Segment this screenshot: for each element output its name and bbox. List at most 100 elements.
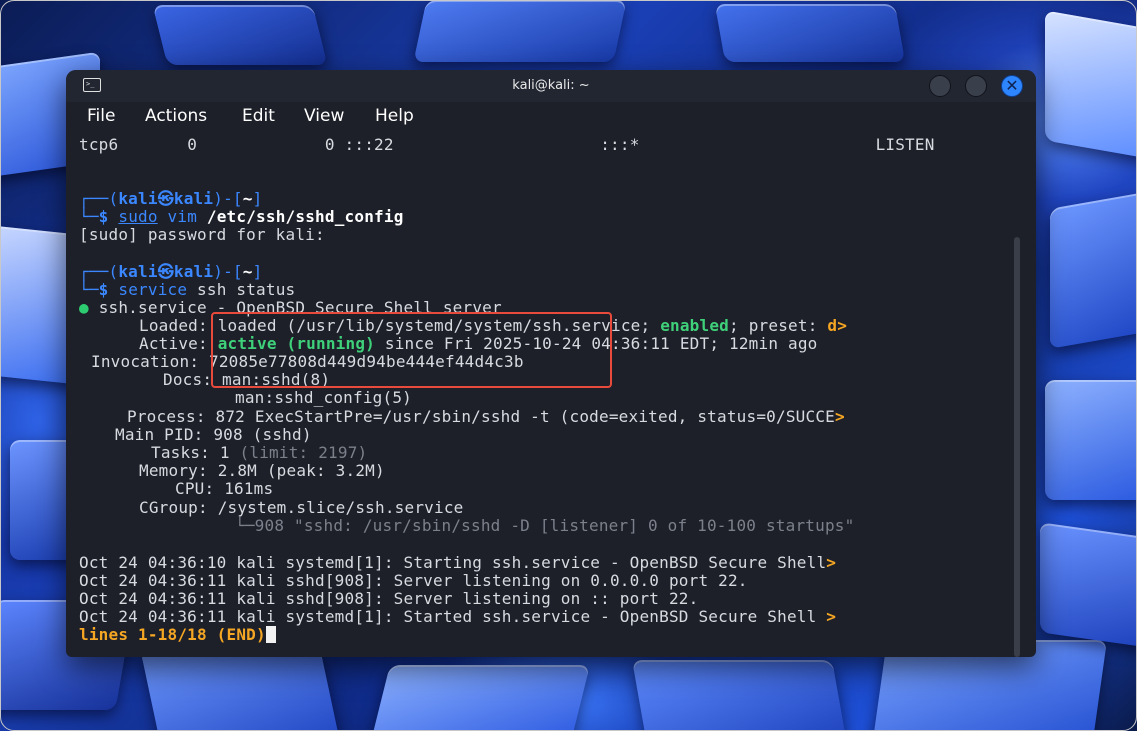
menu-help[interactable]: Help <box>375 106 414 126</box>
wallpaper-cube <box>1050 191 1137 349</box>
truncate-marker: > <box>834 407 845 426</box>
truncate-marker: > <box>826 553 837 572</box>
wallpaper-cube <box>1045 10 1137 160</box>
cgroup-row: CGroup: /system.slice/ssh.service <box>139 499 464 517</box>
window-title: kali@kali: ~ <box>512 78 590 93</box>
terminal-window[interactable]: >_ kali@kali: ~ ✕ File Actions Edit View… <box>66 70 1036 657</box>
cpu-row: CPU: 161ms <box>175 480 273 498</box>
wallpaper-cube <box>413 0 627 62</box>
wallpaper-cube <box>370 665 590 731</box>
memory-row: Memory: 2.8M (peak: 3.2M) <box>139 462 385 480</box>
minimize-button[interactable] <box>929 75 951 97</box>
prompt-user: kali <box>118 262 158 281</box>
menu-edit[interactable]: Edit <box>242 106 275 126</box>
log-text: Oct 24 04:36:11 kali sshd[908]: Server l… <box>79 571 748 590</box>
netstat-foreign: :::* <box>600 135 640 154</box>
netstat-state: LISTEN <box>875 135 935 154</box>
invocation-id: 72085e77808d449d94be444ef44d4c3b <box>209 352 524 371</box>
pager-status-line[interactable]: lines 1-18/18 (END) <box>79 626 276 644</box>
tasks-limit: (limit: 2197) <box>239 443 368 462</box>
menu-actions[interactable]: Actions <box>145 106 207 126</box>
invocation-label: Invocation: <box>91 352 200 371</box>
loaded-row: Loaded: loaded (/usr/lib/systemd/system/… <box>139 317 847 335</box>
maximize-button[interactable] <box>965 75 987 97</box>
docs-value-1: man:sshd(8) <box>222 370 331 389</box>
scrollbar[interactable] <box>1014 237 1020 657</box>
process-value: 872 ExecStartPre=/usr/sbin/sshd -t (code… <box>215 407 835 426</box>
mainpid-label: Main PID: <box>115 425 204 444</box>
docs-value-2: man:sshd_config(5) <box>235 388 412 407</box>
active-label: Active: <box>139 334 208 353</box>
wallpaper-cube <box>714 4 906 62</box>
prompt-user: kali <box>118 189 158 208</box>
prompt-host: kali <box>173 262 214 281</box>
log-text: Oct 24 04:36:11 kali systemd[1]: Started… <box>79 607 827 626</box>
cmd-service: service <box>118 280 188 299</box>
loaded-label: Loaded: <box>139 316 208 335</box>
log-line: Oct 24 04:36:11 kali sshd[908]: Server l… <box>79 590 698 608</box>
truncate-marker: d> <box>827 316 848 335</box>
close-button[interactable]: ✕ <box>1001 75 1023 97</box>
pager-status: lines 1-18/18 (END) <box>79 625 266 644</box>
loaded-pre: loaded (/usr/lib/systemd/system/ssh.serv… <box>217 316 651 335</box>
netstat-recv: 0 <box>187 135 198 154</box>
tasks-label: Tasks: <box>151 443 210 462</box>
netstat-send: 0 <box>324 135 335 154</box>
tasks-row: Tasks: 1 (limit: 2197) <box>151 444 367 462</box>
process-label: Process: <box>127 407 206 426</box>
invocation-row: Invocation: 72085e77808d449d94be444ef44d… <box>91 353 524 371</box>
netstat-local: :::22 <box>344 135 394 154</box>
menu-view[interactable]: View <box>304 106 344 126</box>
wallpaper-cube <box>1040 522 1137 648</box>
status-dot-icon: ● <box>79 298 89 317</box>
cmd-sudo: sudo <box>118 207 158 226</box>
prompt-command-line: └─$ sudo vim /etc/ssh/sshd_config <box>79 207 404 226</box>
wallpaper-cube <box>632 660 848 731</box>
cgroup-label: CGroup: <box>139 498 208 517</box>
loaded-post: ; preset: <box>729 316 828 335</box>
memory-value: 2.8M (peak: 3.2M) <box>217 461 385 480</box>
cgroup-child: └─908 "sshd: /usr/sbin/sshd -D [listener… <box>235 516 855 535</box>
terminal-output[interactable]: tcp6 0 0 :::22 :::* LISTEN ┌──(kali㉿kali… <box>66 132 1010 657</box>
cgroup-value: /system.slice/ssh.service <box>217 498 464 517</box>
close-icon: ✕ <box>1005 76 1019 95</box>
netstat-proto: tcp6 <box>79 135 119 154</box>
enabled-badge: enabled <box>660 316 730 335</box>
memory-label: Memory: <box>139 461 208 480</box>
kali-at-icon: ㉿ <box>157 189 174 208</box>
unit-line: ● ssh.service - OpenBSD Secure Shell ser… <box>79 299 502 317</box>
prompt-dir: ~ <box>242 189 253 208</box>
cmd-path: /etc/ssh/sshd_config <box>206 207 404 226</box>
wallpaper-cube <box>152 5 328 65</box>
cpu-label: CPU: <box>175 479 215 498</box>
log-line: Oct 24 04:36:11 kali sshd[908]: Server l… <box>79 572 748 590</box>
menu-file[interactable]: File <box>87 106 115 126</box>
mainpid-value: 908 (sshd) <box>213 425 312 444</box>
prompt-dir: ~ <box>242 262 253 281</box>
log-text: Oct 24 04:36:11 kali sshd[908]: Server l… <box>79 589 699 608</box>
docs-row: Docs: man:sshd(8) <box>163 371 330 389</box>
unit-title: ssh.service - OpenBSD Secure Shell serve… <box>98 298 502 317</box>
prompt-host: kali <box>173 189 214 208</box>
docs-label: Docs: <box>163 370 213 389</box>
cmd-vim: vim <box>167 207 198 226</box>
wallpaper-cube <box>140 650 340 731</box>
tasks-value: 1 <box>219 443 230 462</box>
mainpid-row: Main PID: 908 (sshd) <box>115 426 312 444</box>
window-titlebar[interactable]: >_ kali@kali: ~ ✕ <box>66 70 1036 102</box>
log-line: Oct 24 04:36:11 kali systemd[1]: Started… <box>79 608 836 626</box>
cpu-value: 161ms <box>224 479 274 498</box>
prompt-command-line: └─$ service ssh status <box>79 280 296 299</box>
active-row: Active: active (running) since Fri 2025-… <box>139 335 818 353</box>
kali-at-icon: ㉿ <box>157 262 174 281</box>
text-cursor <box>265 626 276 643</box>
prompt-header: ┌──(kali㉿kali)-[~] <box>79 262 263 281</box>
menu-bar: File Actions Edit View Help <box>66 102 1036 132</box>
log-text: Oct 24 04:36:10 kali systemd[1]: Startin… <box>79 553 827 572</box>
prompt-header: ┌──(kali㉿kali)-[~] <box>79 189 263 208</box>
wallpaper-cube <box>1045 380 1137 500</box>
process-row: Process: 872 ExecStartPre=/usr/sbin/sshd… <box>127 408 845 426</box>
log-line: Oct 24 04:36:10 kali systemd[1]: Startin… <box>79 554 836 572</box>
truncate-marker: > <box>826 607 837 626</box>
netstat-row: tcp6 0 0 :::22 :::* LISTEN <box>79 136 935 154</box>
